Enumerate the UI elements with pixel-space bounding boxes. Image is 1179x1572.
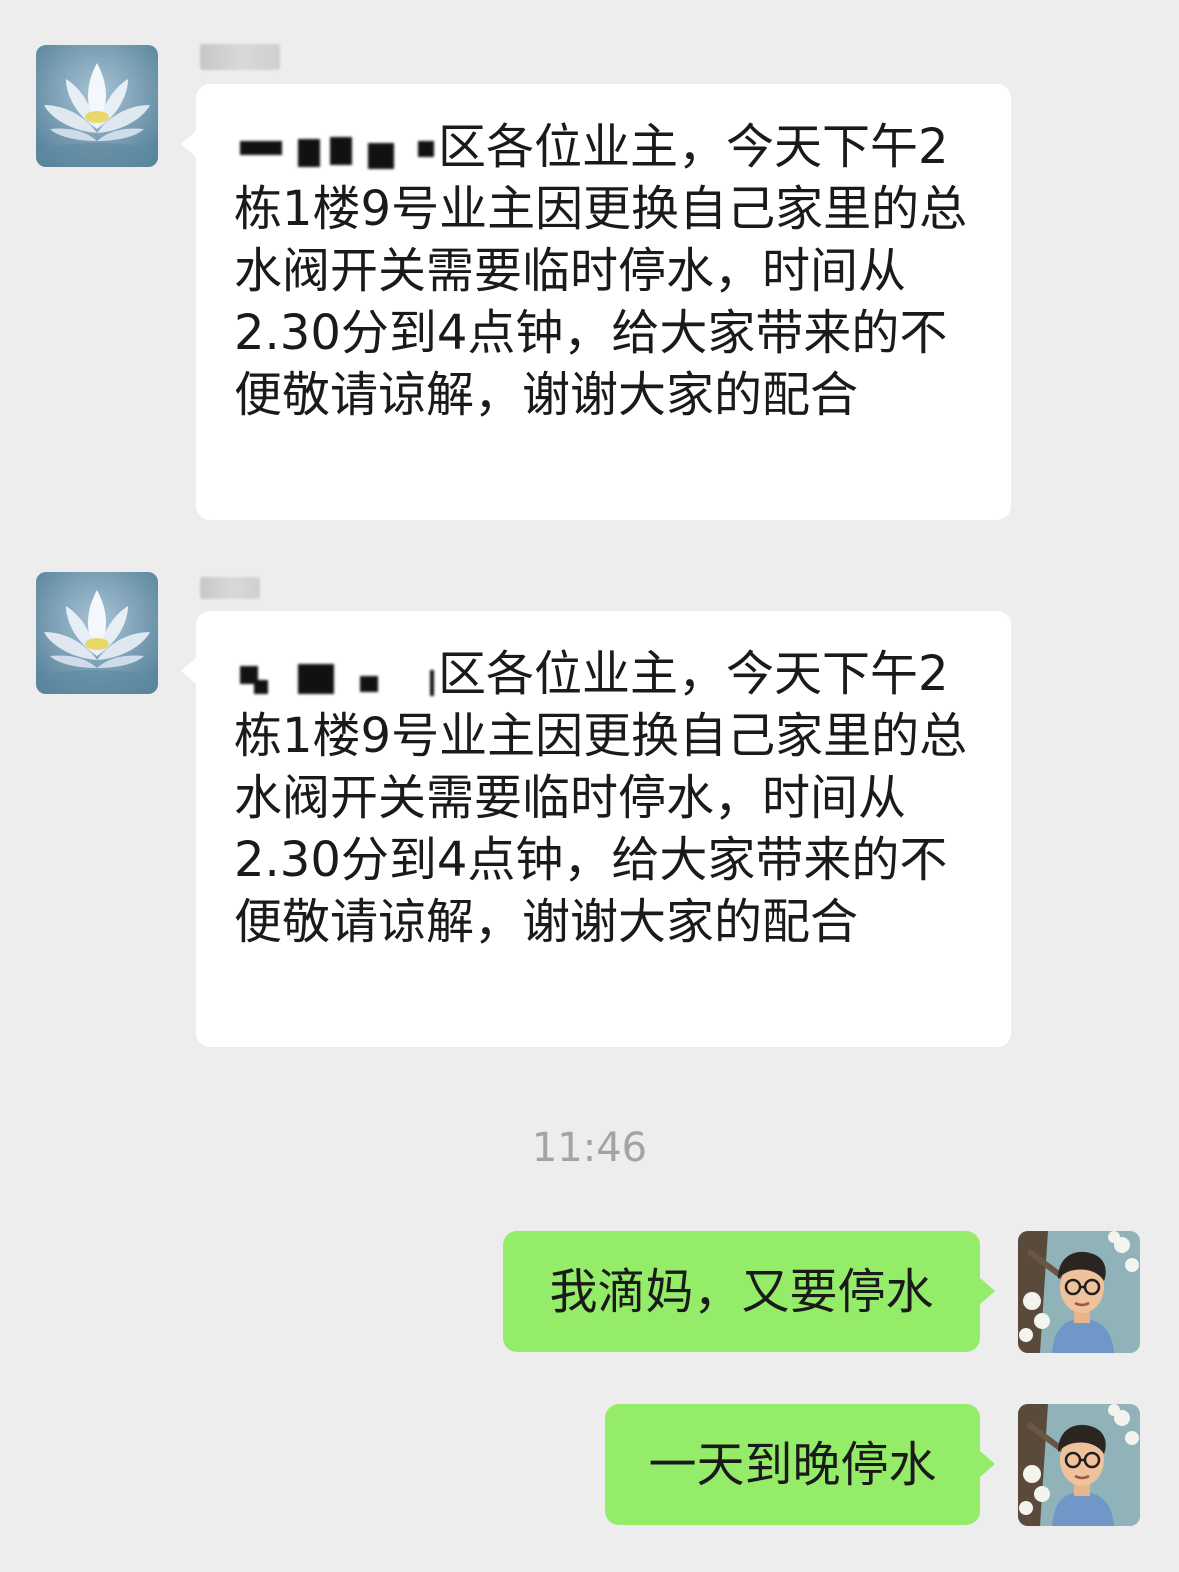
- timestamp: 11:46: [531, 1125, 648, 1171]
- lotus-icon: [36, 45, 158, 167]
- redacted-text: [234, 654, 434, 696]
- cartoon-man-icon: [1018, 1404, 1140, 1526]
- cartoon-man-icon: [1018, 1231, 1140, 1353]
- message-bubble-outgoing[interactable]: 一天到晚停水: [605, 1404, 995, 1525]
- sender-avatar[interactable]: [36, 45, 158, 167]
- sender-name-redacted: [200, 577, 260, 599]
- user-avatar[interactable]: [1018, 1404, 1140, 1526]
- lotus-icon: [36, 572, 158, 694]
- message-bubble[interactable]: 区各位业主，今天下午2栋1楼9号业主因更换自己家里的总水阀开关需要临时停水，时间…: [181, 611, 1011, 1047]
- message-bubble-outgoing[interactable]: 我滴妈，又要停水: [503, 1231, 995, 1352]
- sender-avatar[interactable]: [36, 572, 158, 694]
- message-text: 我滴妈，又要停水: [549, 1263, 934, 1320]
- redacted-text: [234, 127, 434, 169]
- message-bubble[interactable]: 区各位业主，今天下午2栋1楼9号业主因更换自己家里的总水阀开关需要临时停水，时间…: [181, 84, 1011, 520]
- sender-name-redacted: [200, 44, 280, 70]
- user-avatar[interactable]: [1018, 1231, 1140, 1353]
- message-text: 一天到晚停水: [648, 1436, 937, 1493]
